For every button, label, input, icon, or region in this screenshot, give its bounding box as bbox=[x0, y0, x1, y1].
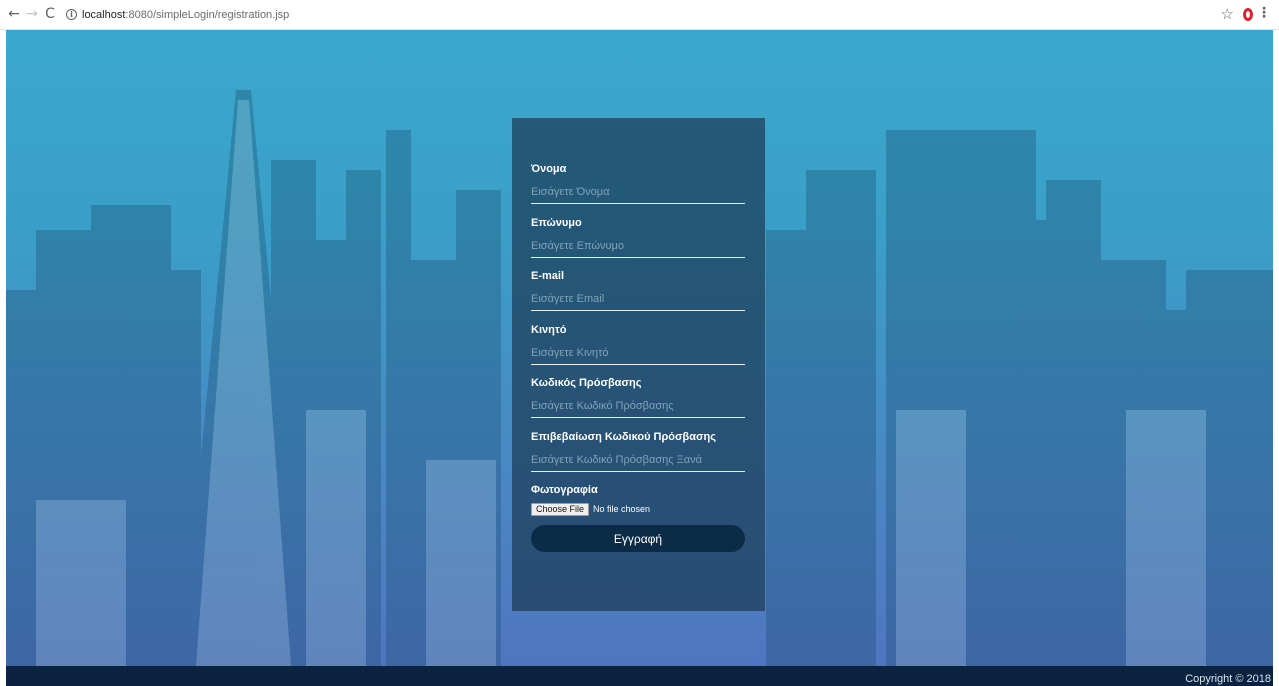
back-icon[interactable]: ← bbox=[6, 6, 22, 22]
photo-file-picker: Choose File No file chosen bbox=[531, 502, 745, 516]
first-name-input[interactable] bbox=[531, 181, 745, 204]
opera-extension-icon[interactable] bbox=[1243, 8, 1253, 21]
confirm-password-label: Επιβεβαίωση Κωδικού Πρόσβασης bbox=[531, 431, 716, 443]
last-name-input[interactable] bbox=[531, 235, 745, 258]
reload-icon[interactable]: C bbox=[42, 6, 58, 22]
confirm-password-field: Επιβεβαίωση Κωδικού Πρόσβασης bbox=[531, 431, 745, 472]
mobile-field: Κινητό bbox=[531, 324, 745, 365]
footer: Copyright © 2018 bbox=[6, 666, 1273, 686]
url-path: :8080/simpleLogin/registration.jsp bbox=[125, 8, 290, 21]
registration-panel: Όνομα Επώνυμο E-mail Κινητό Κωδικός Πρόσ… bbox=[512, 118, 765, 611]
bookmark-star-icon[interactable]: ☆ bbox=[1221, 5, 1234, 23]
url-host: localhost bbox=[82, 8, 126, 21]
forward-icon[interactable]: → bbox=[24, 6, 40, 22]
email-label: E-mail bbox=[531, 270, 565, 282]
password-field: Κωδικός Πρόσβασης bbox=[531, 377, 745, 418]
browser-menu-icon[interactable]: ⋮ bbox=[1257, 5, 1271, 21]
first-name-label: Όνομα bbox=[531, 163, 567, 175]
info-icon[interactable]: i bbox=[66, 9, 77, 20]
page-content: Όνομα Επώνυμο E-mail Κινητό Κωδικός Πρόσ… bbox=[6, 30, 1273, 686]
email-input[interactable] bbox=[531, 288, 745, 311]
password-label: Κωδικός Πρόσβασης bbox=[531, 377, 642, 389]
copyright-text: Copyright © 2018 bbox=[1185, 673, 1271, 685]
photo-field: Φωτογραφία Choose File No file chosen bbox=[531, 484, 745, 516]
browser-toolbar: ← → C i localhost:8080/simpleLogin/regis… bbox=[0, 0, 1279, 30]
last-name-label: Επώνυμο bbox=[531, 217, 582, 229]
first-name-field: Όνομα bbox=[531, 163, 745, 204]
email-field: E-mail bbox=[531, 270, 745, 311]
register-button[interactable]: Εγγραφή bbox=[531, 525, 745, 552]
password-input[interactable] bbox=[531, 395, 745, 418]
mobile-input[interactable] bbox=[531, 342, 745, 365]
mobile-label: Κινητό bbox=[531, 324, 567, 336]
photo-label: Φωτογραφία bbox=[531, 484, 598, 496]
choose-file-button[interactable]: Choose File bbox=[531, 502, 590, 516]
address-bar[interactable]: i localhost:8080/simpleLogin/registratio… bbox=[62, 5, 1242, 24]
confirm-password-input[interactable] bbox=[531, 449, 745, 472]
last-name-field: Επώνυμο bbox=[531, 217, 745, 258]
file-status-text: No file chosen bbox=[593, 504, 651, 514]
